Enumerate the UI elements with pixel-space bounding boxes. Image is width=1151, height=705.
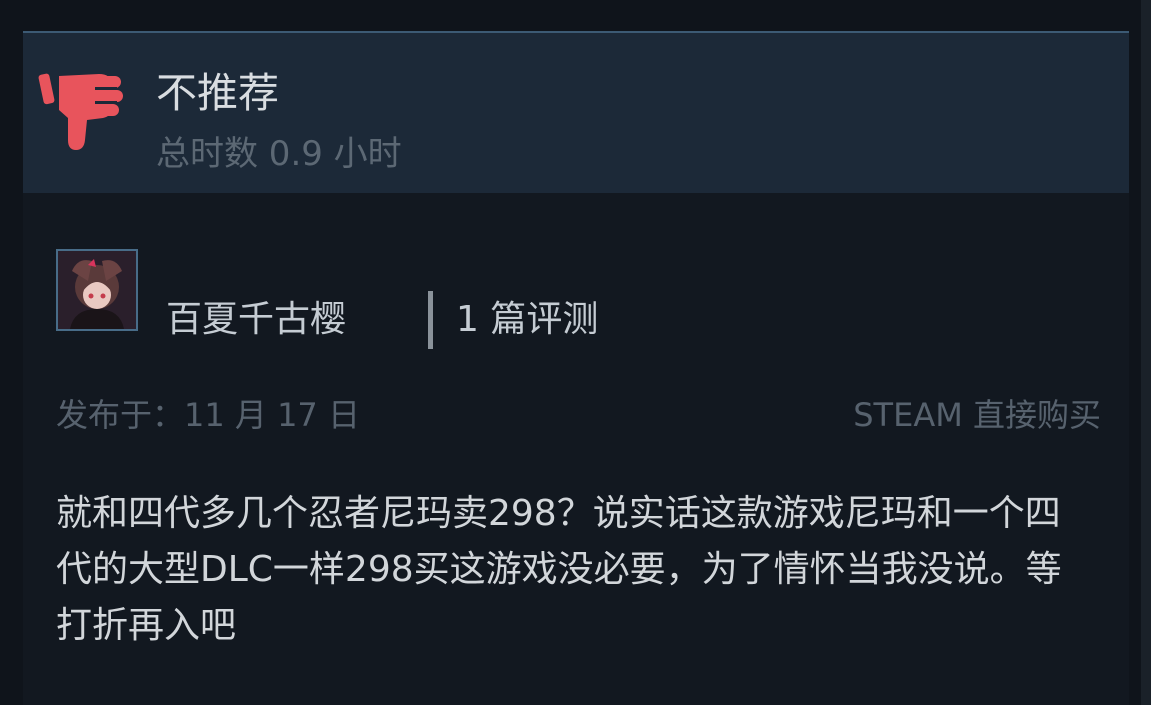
review-verdict: 不推荐 bbox=[156, 69, 279, 117]
review-page: 不推荐 总时数 0.9 小时 百夏千古樱 1 篇评测 发布于：11 月 17 日… bbox=[0, 0, 1151, 705]
purchase-source: STEAM 直接购买 bbox=[853, 396, 1101, 434]
review-card: 不推荐 总时数 0.9 小时 百夏千古樱 1 篇评测 发布于：11 月 17 日… bbox=[23, 31, 1129, 705]
review-header[interactable]: 不推荐 总时数 0.9 小时 bbox=[23, 31, 1129, 193]
author-name[interactable]: 百夏千古樱 bbox=[166, 297, 346, 343]
posted-date: 发布于：11 月 17 日 bbox=[56, 396, 360, 434]
thumbs-down-icon bbox=[38, 73, 123, 150]
playtime-hours: 总时数 0.9 小时 bbox=[156, 134, 402, 174]
author-row: 百夏千古樱 1 篇评测 bbox=[56, 249, 1106, 349]
avatar[interactable] bbox=[56, 249, 138, 331]
scroll-edge bbox=[1141, 0, 1151, 705]
avatar-image bbox=[58, 251, 136, 329]
review-text: 就和四代多几个忍者尼玛卖298？说实话这款游戏尼玛和一个四代的大型DLC一样29… bbox=[56, 493, 1062, 646]
divider bbox=[428, 291, 433, 349]
author-review-count[interactable]: 1 篇评测 bbox=[456, 297, 598, 343]
